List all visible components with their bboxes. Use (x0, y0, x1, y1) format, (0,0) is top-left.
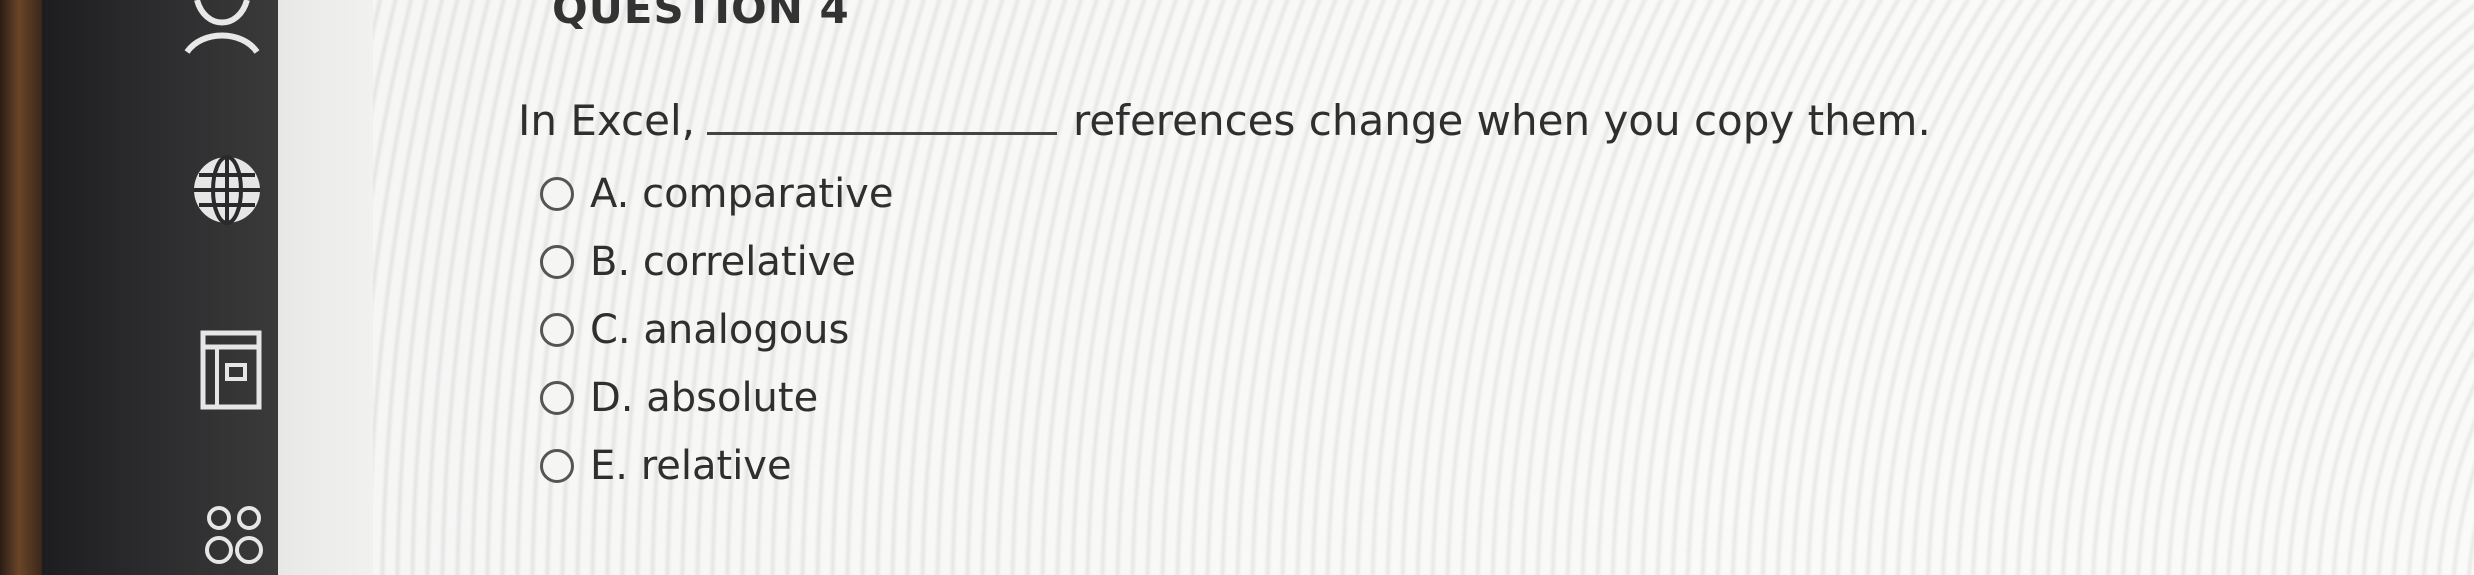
option-d[interactable]: D. absolute (540, 364, 893, 432)
globe-icon[interactable] (187, 150, 267, 230)
option-d-radio[interactable] (540, 381, 574, 415)
option-b[interactable]: B. correlative (540, 228, 893, 296)
option-a[interactable]: A. comparative (540, 160, 893, 228)
question-text-after-blank: references change when you copy them. (1072, 96, 1931, 145)
person-icon[interactable] (177, 0, 267, 60)
option-e-label[interactable]: E. relative (590, 443, 792, 489)
content-gutter (278, 0, 373, 575)
option-b-radio[interactable] (540, 245, 574, 279)
answer-options: A. comparative B. correlative C. analogo… (540, 160, 893, 500)
question-text-before-blank: In Excel, (518, 96, 695, 145)
option-b-label[interactable]: B. correlative (590, 239, 856, 285)
monitor-bezel (0, 0, 42, 575)
calculator-icon[interactable] (197, 325, 267, 415)
group-icon[interactable] (197, 500, 277, 575)
option-e[interactable]: E. relative (540, 432, 893, 500)
option-c-radio[interactable] (540, 313, 574, 347)
sidebar (42, 0, 278, 575)
answer-blank (706, 96, 1057, 135)
question-prompt: In Excel, references change when you cop… (518, 96, 1931, 145)
option-e-radio[interactable] (540, 449, 574, 483)
option-c-label[interactable]: C. analogous (590, 307, 849, 353)
option-a-radio[interactable] (540, 177, 574, 211)
option-a-label[interactable]: A. comparative (590, 171, 893, 217)
option-c[interactable]: C. analogous (540, 296, 893, 364)
option-d-label[interactable]: D. absolute (590, 375, 818, 421)
question-number: QUESTION 4 (552, 0, 850, 33)
